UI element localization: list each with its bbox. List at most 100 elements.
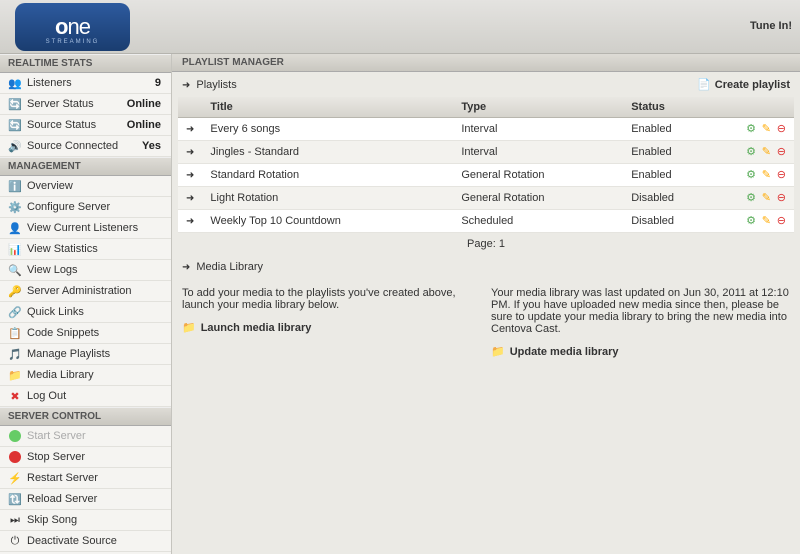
cell-title: Light Rotation xyxy=(202,187,453,210)
power-icon: ⏻ xyxy=(8,534,22,548)
row-actions: ⚙✎⊖ xyxy=(724,210,794,233)
chart-icon: 📊 xyxy=(8,242,22,256)
folder-icon: 📁 xyxy=(8,368,22,382)
tune-in-link[interactable]: Tune In! xyxy=(750,20,792,32)
launch-media-library-link[interactable]: Launch media library xyxy=(182,321,481,334)
server-control-header: SERVER CONTROL xyxy=(0,407,171,426)
row-actions: ⚙✎⊖ xyxy=(724,118,794,141)
cell-status: Enabled xyxy=(623,164,724,187)
source-status-icon: 🔄 xyxy=(8,118,22,132)
col-title[interactable]: Title xyxy=(202,97,453,118)
cell-title: Standard Rotation xyxy=(202,164,453,187)
sidebar-item-deactivate-source[interactable]: ⏻Deactivate Source xyxy=(0,531,171,552)
reload-icon: 🔃 xyxy=(8,492,22,506)
source-connected-icon: 🔊 xyxy=(8,139,22,153)
info-icon: ℹ️ xyxy=(8,179,22,193)
sidebar-item-view-logs[interactable]: 🔍View Logs xyxy=(0,260,171,281)
toggle-icon[interactable]: ⚙ xyxy=(742,122,756,136)
create-playlist-link[interactable]: 📄 Create playlist xyxy=(697,78,790,91)
sidebar-item-configure-server[interactable]: ⚙️Configure Server xyxy=(0,197,171,218)
sidebar-item-source-status[interactable]: 🔄Source StatusOnline xyxy=(0,115,171,136)
edit-icon[interactable]: ✎ xyxy=(757,191,771,205)
playlist-icon: 🎵 xyxy=(8,347,22,361)
sidebar-item-restart-server[interactable]: ⚡Restart Server xyxy=(0,468,171,489)
row-icon xyxy=(178,187,202,210)
sidebar-item-manage-playlists[interactable]: 🎵Manage Playlists xyxy=(0,344,171,365)
toggle-icon[interactable]: ⚙ xyxy=(742,168,756,182)
playlists-table: Title Type Status Every 6 songsIntervalE… xyxy=(178,97,794,233)
delete-icon[interactable]: ⊖ xyxy=(772,145,786,159)
sidebar-item-skip-song[interactable]: ⏭Skip Song xyxy=(0,510,171,531)
row-actions: ⚙✎⊖ xyxy=(724,187,794,210)
col-type[interactable]: Type xyxy=(453,97,623,118)
sidebar-item-log-out[interactable]: ✖Log Out xyxy=(0,386,171,407)
toggle-icon[interactable]: ⚙ xyxy=(742,191,756,205)
keys-icon: 🔑 xyxy=(8,284,22,298)
arrow-icon xyxy=(182,261,190,273)
update-media-library-link[interactable]: Update media library xyxy=(491,345,790,358)
row-icon xyxy=(178,141,202,164)
edit-icon[interactable]: ✎ xyxy=(757,214,771,228)
sidebar-item-view-listeners[interactable]: 👤View Current Listeners xyxy=(0,218,171,239)
folder-icon xyxy=(182,321,196,334)
media-left-col: To add your media to the playlists you'v… xyxy=(182,287,481,358)
sidebar-item-server-admin[interactable]: 🔑Server Administration xyxy=(0,281,171,302)
logo-text: one xyxy=(55,14,90,40)
play-icon xyxy=(8,429,22,443)
table-row[interactable]: Standard RotationGeneral RotationEnabled… xyxy=(178,164,794,187)
table-row[interactable]: Every 6 songsIntervalEnabled⚙✎⊖ xyxy=(178,118,794,141)
sidebar-item-overview[interactable]: ℹ️Overview xyxy=(0,176,171,197)
edit-icon[interactable]: ✎ xyxy=(757,168,771,182)
cell-title: Every 6 songs xyxy=(202,118,453,141)
cell-type: General Rotation xyxy=(453,164,623,187)
sidebar-item-reload-server[interactable]: 🔃Reload Server xyxy=(0,489,171,510)
folder-icon xyxy=(491,345,505,358)
sidebar-item-source-connected[interactable]: 🔊Source ConnectedYes xyxy=(0,136,171,157)
delete-icon[interactable]: ⊖ xyxy=(772,191,786,205)
table-row[interactable]: Jingles - StandardIntervalEnabled⚙✎⊖ xyxy=(178,141,794,164)
edit-icon[interactable]: ✎ xyxy=(757,145,771,159)
edit-icon[interactable]: ✎ xyxy=(757,122,771,136)
toggle-icon[interactable]: ⚙ xyxy=(742,145,756,159)
media-right-col: Your media library was last updated on J… xyxy=(491,287,790,358)
pager: Page: 1 xyxy=(172,233,800,255)
sidebar-item-media-library[interactable]: 📁Media Library xyxy=(0,365,171,386)
code-icon: 📋 xyxy=(8,326,22,340)
sidebar-item-start-server[interactable]: Start Server xyxy=(0,426,171,447)
app-header: one STREAMING Tune In! xyxy=(0,0,800,54)
col-status[interactable]: Status xyxy=(623,97,724,118)
cell-type: Interval xyxy=(453,118,623,141)
server-control-list: Start Server Stop Server ⚡Restart Server… xyxy=(0,426,171,552)
row-icon xyxy=(178,210,202,233)
sidebar-item-quick-links[interactable]: 🔗Quick Links xyxy=(0,302,171,323)
management-header: MANAGEMENT xyxy=(0,157,171,176)
cell-type: Scheduled xyxy=(453,210,623,233)
cell-status: Enabled xyxy=(623,118,724,141)
table-row[interactable]: Weekly Top 10 CountdownScheduledDisabled… xyxy=(178,210,794,233)
toggle-icon[interactable]: ⚙ xyxy=(742,214,756,228)
realtime-stats-header: REALTIME STATS xyxy=(0,54,171,73)
sidebar-item-view-statistics[interactable]: 📊View Statistics xyxy=(0,239,171,260)
row-icon xyxy=(178,164,202,187)
brand-logo: one STREAMING xyxy=(15,3,130,51)
logo-subtitle: STREAMING xyxy=(46,39,100,45)
listeners-icon: 👥 xyxy=(8,76,22,90)
delete-icon[interactable]: ⊖ xyxy=(772,122,786,136)
sidebar-item-stop-server[interactable]: Stop Server xyxy=(0,447,171,468)
search-icon: 🔍 xyxy=(8,263,22,277)
delete-icon[interactable]: ⊖ xyxy=(772,214,786,228)
table-row[interactable]: Light RotationGeneral RotationDisabled⚙✎… xyxy=(178,187,794,210)
user-icon: 👤 xyxy=(8,221,22,235)
restart-icon: ⚡ xyxy=(8,471,22,485)
sidebar-item-listeners[interactable]: 👥Listeners9 xyxy=(0,73,171,94)
sidebar-item-server-status[interactable]: 🔄Server StatusOnline xyxy=(0,94,171,115)
row-icon xyxy=(178,118,202,141)
sidebar-item-code-snippets[interactable]: 📋Code Snippets xyxy=(0,323,171,344)
realtime-stats-list: 👥Listeners9 🔄Server StatusOnline 🔄Source… xyxy=(0,73,171,157)
cell-type: Interval xyxy=(453,141,623,164)
arrow-icon xyxy=(182,79,190,91)
main-content: PLAYLIST MANAGER Playlists 📄 Create play… xyxy=(172,54,800,554)
link-icon: 🔗 xyxy=(8,305,22,319)
delete-icon[interactable]: ⊖ xyxy=(772,168,786,182)
page-title: PLAYLIST MANAGER xyxy=(172,54,800,72)
